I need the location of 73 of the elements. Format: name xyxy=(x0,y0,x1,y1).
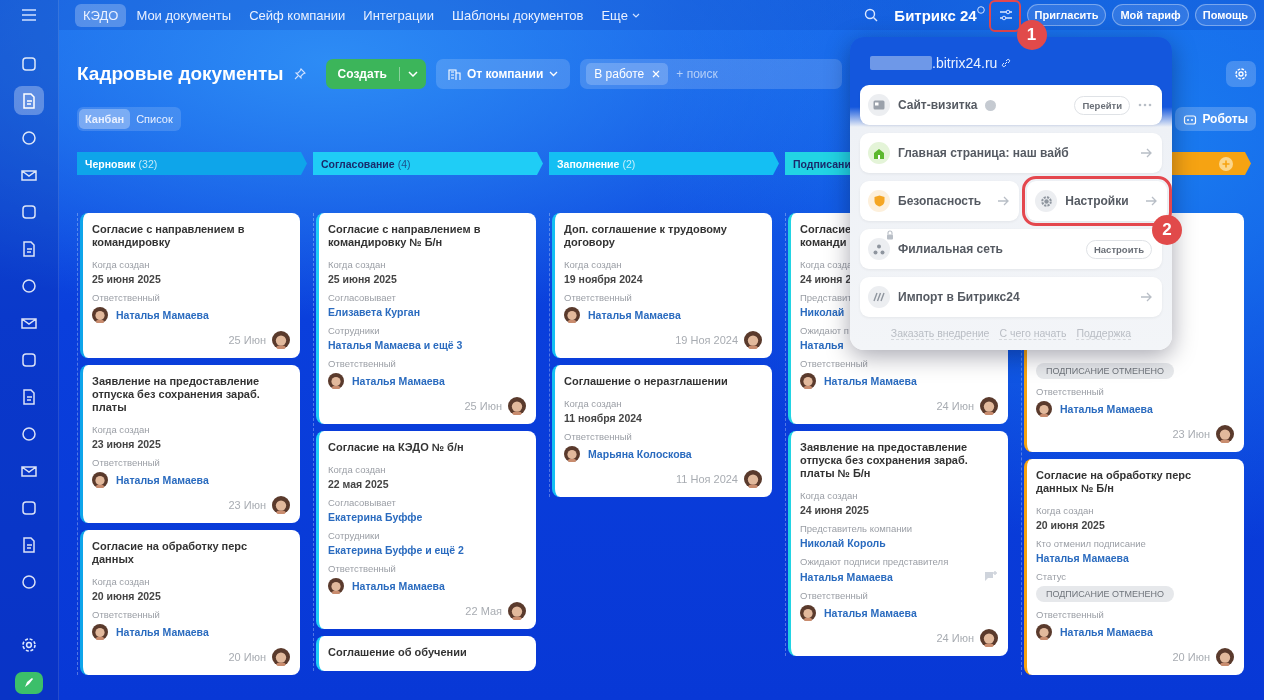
field-label: Статус xyxy=(1036,571,1067,582)
field-label: Ответственный xyxy=(92,292,160,303)
status-badge: ПОДПИСАНИЕ ОТМЕНЕНО xyxy=(1036,586,1175,602)
field-label: Когда создан xyxy=(328,464,386,475)
logo: Битрикс 24 xyxy=(894,6,977,24)
menu-label: Филиальная сеть xyxy=(898,242,1003,256)
card-title: Согласие с направлением в командировку xyxy=(92,223,246,249)
card-date: 23 Июн xyxy=(1172,428,1210,440)
step-badge: 1 xyxy=(1016,20,1047,50)
field-label: Ответственный xyxy=(564,431,632,442)
card-date: 20 Июн xyxy=(1172,651,1210,663)
card-title: Заявление на предоставление отпуска без сохранения зараб. платы xyxy=(92,375,261,414)
field-value: 20 июня 2025 xyxy=(92,590,161,602)
portal-domain: .bitrix24.ru xyxy=(932,55,998,71)
field-label: Ответственный xyxy=(564,292,632,303)
field-label: Ответственный xyxy=(328,358,396,369)
field-label: Когда создан xyxy=(1036,505,1094,516)
field-label: Ожидают подписи представителя xyxy=(800,556,949,567)
card-date: 24 Июн xyxy=(936,632,974,644)
menu-label: Настройки xyxy=(1065,194,1129,208)
menu-label: Безопасность xyxy=(898,194,982,208)
field-label: Когда создан xyxy=(800,490,858,501)
field-value: 11 ноября 2024 xyxy=(564,412,642,424)
field-label: Ответственный xyxy=(1036,609,1104,620)
card-date: 20 Июн xyxy=(228,651,266,663)
menu-label: Главная страница: наш вайб xyxy=(898,146,1069,160)
card-date: 11 Ноя 2024 xyxy=(675,473,738,485)
card-title: Согласие команди xyxy=(800,223,852,249)
field-label: Ожидают п xyxy=(800,325,849,336)
menu-label: Импорт в Битрикс24 xyxy=(898,290,1020,304)
field-value: 25 июня 2025 xyxy=(328,273,397,285)
field-label: Когда создан xyxy=(92,424,150,435)
field-label: Ответственный xyxy=(1036,386,1104,397)
page-title: Кадровые документы xyxy=(77,63,284,85)
card-title: Заявление на предоставление отпуска без сохранения зараб. платы № Б/н xyxy=(800,441,969,480)
field-label: Ответственный xyxy=(92,457,160,468)
card-title: Согласие на обработку перс данных № Б/н xyxy=(1036,469,1193,495)
card-date: 22 Мая xyxy=(465,605,502,617)
field-label: Сотрудники xyxy=(328,325,380,336)
card-title: Согласие на обработку перс данных xyxy=(92,540,249,566)
field-label: Ответственный xyxy=(800,358,868,369)
menu-label: Сайт-визитка xyxy=(898,98,978,112)
field-label: Сотрудники xyxy=(328,530,380,541)
card-title: Соглашение о неразглашении xyxy=(564,375,728,388)
card-date: 25 Июн xyxy=(464,400,502,412)
card-date: 19 Ноя 2024 xyxy=(675,334,738,346)
field-value: 25 июня 2025 xyxy=(92,273,161,285)
field-value: 22 мая 2025 xyxy=(328,478,389,490)
field-value: 23 июня 2025 xyxy=(92,438,161,450)
field-label: Ответственный xyxy=(328,563,396,574)
field-label: Кто отменил подписание xyxy=(1036,538,1146,549)
field-label: Когда создан xyxy=(328,259,386,270)
card-date: 25 Июн xyxy=(228,334,266,346)
field-label: Согласовывает xyxy=(328,497,396,508)
field-label: Представитель компании xyxy=(800,523,913,534)
field-label: Когда создан xyxy=(92,259,150,270)
field-label: Согласовывает xyxy=(328,292,396,303)
field-label: Представит xyxy=(800,292,852,303)
field-label: Ответственный xyxy=(92,609,160,620)
field-label: Когда создан xyxy=(92,576,150,587)
status-badge: ПОДПИСАНИЕ ОТМЕНЕНО xyxy=(1036,363,1175,379)
field-label: Когда создан xyxy=(564,259,622,270)
card-title: Доп. соглашение к трудовому договору xyxy=(564,223,728,249)
field-value: 20 июня 2025 xyxy=(1036,519,1105,531)
field-label: Когда создан xyxy=(564,398,622,409)
card-title: Согласие на КЭДО № б/н xyxy=(328,441,464,454)
field-label: Ответственный xyxy=(800,590,868,601)
card-date: 24 Июн xyxy=(936,400,974,412)
field-value: 24 июня 2025 xyxy=(800,504,869,516)
field-value: 19 ноября 2024 xyxy=(564,273,643,285)
card-title: Соглашение об обучении xyxy=(328,646,467,659)
card-date: 23 Июн xyxy=(228,499,266,511)
card-title: Согласие с направлением в командировку № Б/н xyxy=(328,223,482,249)
